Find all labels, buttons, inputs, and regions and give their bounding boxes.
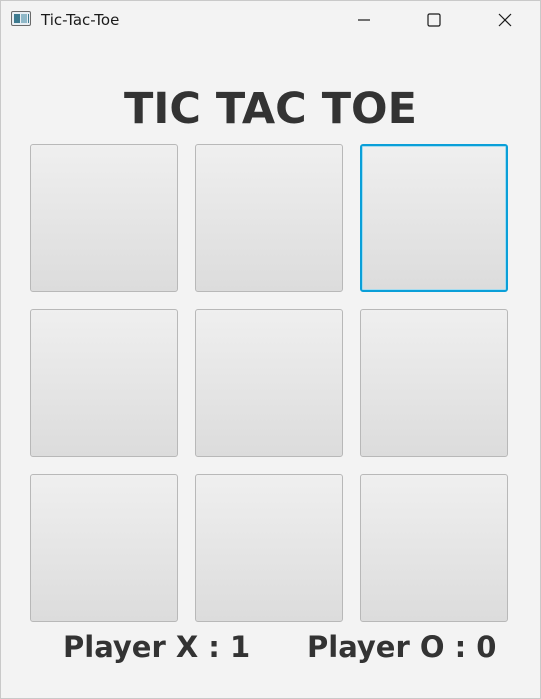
board-cell-2-2[interactable] <box>360 474 508 622</box>
app-window-icon <box>11 11 31 26</box>
board-cell-1-0[interactable] <box>30 309 178 457</box>
board-cell-1-2[interactable] <box>360 309 508 457</box>
board-cell-2-1[interactable] <box>195 474 343 622</box>
board-cell-2-0[interactable] <box>30 474 178 622</box>
board-cell-0-1[interactable] <box>195 144 343 292</box>
minimize-button[interactable] <box>341 1 387 39</box>
close-icon <box>498 13 512 27</box>
board-cell-0-2[interactable] <box>360 144 508 292</box>
close-button[interactable] <box>482 1 528 39</box>
player-o-score: Player O : 0 <box>307 630 497 664</box>
player-x-score: Player X : 1 <box>63 630 251 664</box>
window-title: Tic-Tac-Toe <box>41 11 120 29</box>
minimize-icon <box>358 19 370 21</box>
maximize-button[interactable] <box>411 1 457 39</box>
game-title: TIC TAC TOE <box>124 84 417 134</box>
title-bar[interactable]: Tic-Tac-Toe <box>1 1 540 39</box>
maximize-icon <box>427 13 441 27</box>
board-cell-1-1[interactable] <box>195 309 343 457</box>
board-cell-0-0[interactable] <box>30 144 178 292</box>
app-window: Tic-Tac-Toe TIC TAC TOE Player X : 1 Pla… <box>0 0 541 699</box>
